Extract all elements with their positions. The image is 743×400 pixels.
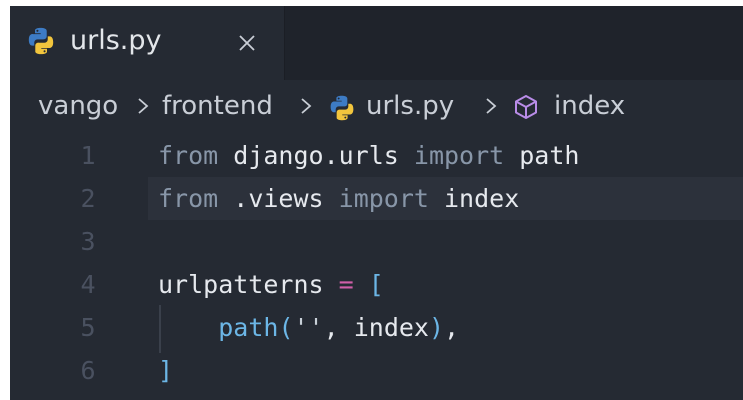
chevron-right-icon — [138, 98, 149, 114]
line-number: 5 — [80, 313, 96, 342]
line-number: 2 — [80, 184, 96, 213]
tab-urls-py[interactable]: urls.py — [10, 6, 285, 80]
breadcrumb-item-frontend[interactable]: frontend — [162, 90, 273, 122]
code-token: , index — [323, 313, 429, 342]
tab-label: urls.py — [70, 25, 162, 56]
close-icon[interactable] — [236, 32, 258, 54]
code-token: index — [428, 184, 520, 213]
code-token: urlpatterns — [158, 270, 339, 299]
line-number: 4 — [80, 270, 96, 299]
code-token: path — [504, 141, 580, 170]
chevron-right-icon — [301, 98, 312, 114]
code-token: path — [218, 313, 279, 342]
chevron-right-icon — [486, 98, 497, 114]
code-token: '' — [293, 313, 324, 342]
code-token: [ — [368, 270, 384, 299]
breadcrumb-item-vango[interactable]: vango — [38, 90, 118, 122]
python-icon — [330, 95, 354, 121]
code-editor: urls.py vango frontend urls.py index 1 fr… — [10, 6, 743, 400]
code-line[interactable]: urlpatterns = [ — [158, 263, 384, 306]
code-token: ) — [428, 313, 445, 342]
code-line[interactable]: from django.urls import path — [158, 134, 579, 177]
indent-guide — [159, 305, 161, 353]
code-token: ( — [278, 313, 294, 342]
python-icon — [28, 27, 54, 55]
line-number: 6 — [80, 356, 96, 385]
symbol-cube-icon — [515, 95, 537, 119]
breadcrumb-item-urls-py[interactable]: urls.py — [366, 90, 454, 122]
code-token: from — [158, 141, 219, 170]
code-token: .views — [218, 184, 339, 213]
tab-bar: urls.py — [10, 6, 743, 80]
code-token: django.urls — [218, 141, 414, 170]
code-token: from — [158, 184, 219, 213]
line-number: 3 — [80, 227, 96, 256]
breadcrumb: vango frontend urls.py index — [10, 80, 743, 130]
code-line[interactable]: path('', index), — [158, 306, 459, 349]
code-token: import — [338, 184, 429, 213]
code-token: = — [338, 270, 354, 299]
code-area[interactable]: 1 from django.urls import path 2 from .view… — [10, 130, 743, 400]
code-token: ] — [158, 356, 174, 385]
code-line[interactable]: from .views import index — [158, 177, 519, 220]
breadcrumb-item-index[interactable]: index — [554, 90, 625, 122]
code-line[interactable]: ] — [158, 349, 173, 392]
line-number: 1 — [80, 141, 96, 170]
code-token: import — [413, 141, 505, 170]
code-token: , — [444, 313, 460, 342]
